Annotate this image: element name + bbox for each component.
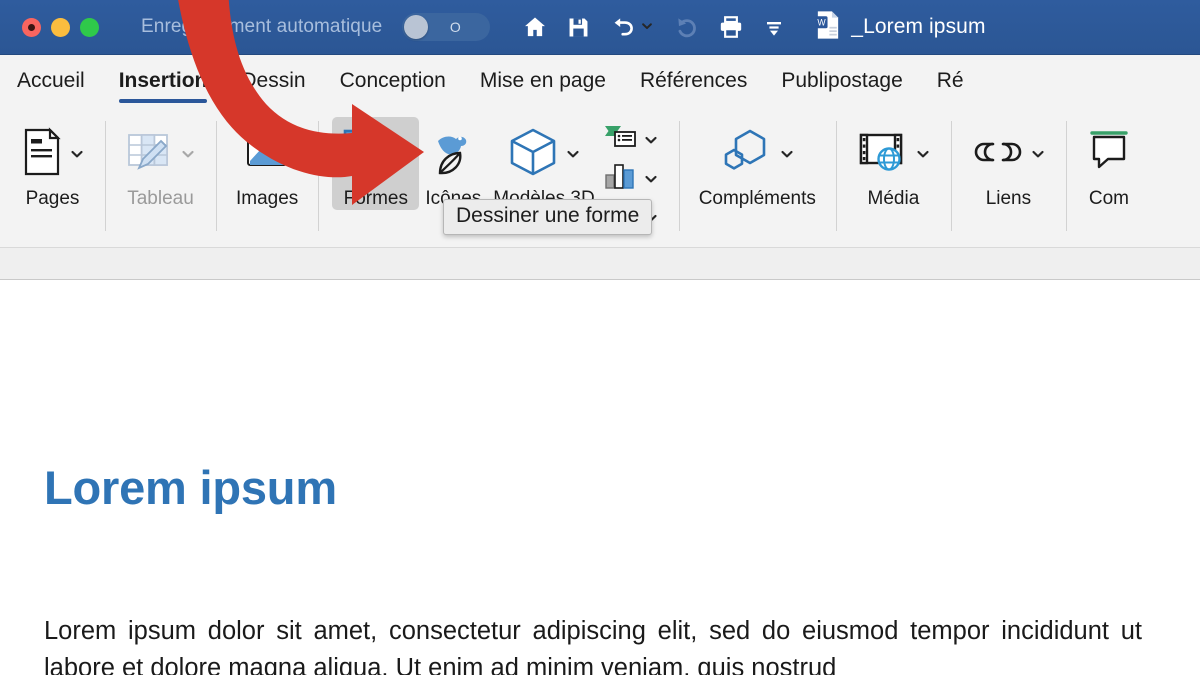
ribbon-group-commentaire: Com xyxy=(1066,109,1152,247)
icons-icon xyxy=(426,125,480,184)
minimize-window-button[interactable] xyxy=(51,18,70,37)
save-icon xyxy=(566,15,591,40)
pages-button[interactable]: Pages xyxy=(14,117,91,210)
tab-label: Conception xyxy=(323,69,463,93)
complements-chevron-down-icon[interactable] xyxy=(779,146,795,162)
tableau-button: Tableau xyxy=(119,117,202,210)
undo-button[interactable] xyxy=(609,14,656,40)
ribbon-tab-strip: Accueil Insertion Dessin Conception Mise… xyxy=(0,55,1200,109)
tab-label: Mise en page xyxy=(463,69,623,93)
modeles-3d-button[interactable]: Modèles 3D xyxy=(487,117,600,210)
tab-label: Ré xyxy=(920,69,981,93)
tab-insertion[interactable]: Insertion xyxy=(102,55,225,109)
title-bar: Enregistrement automatique O xyxy=(0,0,1200,55)
tab-label: Références xyxy=(623,69,764,93)
pages-label: Pages xyxy=(26,188,80,210)
media-chevron-down-icon[interactable] xyxy=(915,146,931,162)
tableau-label: Tableau xyxy=(127,188,194,210)
undo-icon xyxy=(609,14,637,40)
window-controls xyxy=(22,18,99,37)
document-title: _Lorem ipsum xyxy=(851,15,985,39)
document-heading: Lorem ipsum xyxy=(44,460,337,515)
graphique-button[interactable] xyxy=(603,160,659,197)
tab-conception[interactable]: Conception xyxy=(323,55,463,109)
chart-icon xyxy=(603,161,637,196)
document-title-chip[interactable]: W _Lorem ipsum xyxy=(814,10,985,45)
ruler-band[interactable] xyxy=(0,248,1200,280)
svg-text:W: W xyxy=(818,17,827,27)
smartart-button[interactable] xyxy=(603,121,659,158)
shapes-icon xyxy=(338,125,392,184)
pictures-icon xyxy=(243,127,291,182)
table-icon xyxy=(125,127,175,182)
liens-button[interactable]: Liens xyxy=(965,117,1052,210)
addins-icon xyxy=(720,126,774,183)
maximize-window-button[interactable] xyxy=(80,18,99,37)
tab-publipostage[interactable]: Publipostage xyxy=(764,55,919,109)
tooltip-dessiner-une-forme: Dessiner une forme xyxy=(443,199,652,235)
tableau-chevron-down-icon xyxy=(180,146,196,162)
tab-label: Insertion xyxy=(102,69,225,93)
customize-toolbar-icon xyxy=(762,15,786,39)
print-icon xyxy=(718,14,744,40)
tab-dessin[interactable]: Dessin xyxy=(224,55,322,109)
quick-access-toolbar xyxy=(522,14,786,40)
links-icon xyxy=(971,130,1025,179)
close-window-button[interactable] xyxy=(22,18,41,37)
ribbon-group-tableau: Tableau xyxy=(105,109,216,247)
tab-accueil[interactable]: Accueil xyxy=(0,55,102,109)
redo-button xyxy=(674,14,700,40)
autosave-toggle[interactable]: O xyxy=(402,13,490,41)
liens-label: Liens xyxy=(986,188,1031,210)
ribbon-group-complements: Compléments xyxy=(679,109,836,247)
ribbon-group-pages: Pages xyxy=(0,109,105,247)
images-label: Images xyxy=(236,188,298,210)
ribbon-group-liens: Liens xyxy=(951,109,1066,247)
print-button[interactable] xyxy=(718,14,744,40)
home-icon xyxy=(522,14,548,40)
toggle-knob xyxy=(404,15,428,39)
complements-button[interactable]: Compléments xyxy=(693,117,822,210)
smartart-chevron-down-icon[interactable] xyxy=(643,132,659,148)
media-icon xyxy=(856,127,910,182)
commentaire-label: Com xyxy=(1089,188,1129,210)
document-page[interactable]: Lorem ipsum Lorem ipsum dolor sit amet, … xyxy=(0,280,1200,675)
icones-button[interactable]: Icônes xyxy=(419,117,487,210)
document-paragraph: Lorem ipsum dolor sit amet, consectetur … xyxy=(44,613,1142,675)
tab-mise-en-page[interactable]: Mise en page xyxy=(463,55,623,109)
page-cover-icon xyxy=(20,127,64,182)
home-button[interactable] xyxy=(522,14,548,40)
tab-references[interactable]: Références xyxy=(623,55,764,109)
formes-button[interactable]: Formes xyxy=(332,117,419,210)
formes-label: Formes xyxy=(344,188,408,210)
graphique-chevron-down-icon[interactable] xyxy=(643,171,659,187)
word-window: Enregistrement automatique O xyxy=(0,0,1200,675)
customize-toolbar-button[interactable] xyxy=(762,15,786,39)
tab-label: Accueil xyxy=(0,69,102,93)
ribbon-group-media: Média xyxy=(836,109,951,247)
save-button[interactable] xyxy=(566,15,591,40)
images-button[interactable]: Images xyxy=(230,117,304,210)
commentaire-button[interactable]: Com xyxy=(1080,117,1138,210)
tab-label: Dessin xyxy=(224,69,322,93)
pages-chevron-down-icon[interactable] xyxy=(69,146,85,162)
tab-label: Publipostage xyxy=(764,69,919,93)
autosave-state-label: O xyxy=(428,19,490,35)
model-3d-icon xyxy=(506,125,560,184)
redo-icon xyxy=(674,14,700,40)
liens-chevron-down-icon[interactable] xyxy=(1030,146,1046,162)
comment-icon xyxy=(1086,127,1132,182)
autosave-label: Enregistrement automatique xyxy=(141,16,382,38)
word-document-icon: W xyxy=(814,10,842,45)
undo-chevron-down-icon[interactable] xyxy=(640,19,656,35)
ribbon-group-images: Images xyxy=(216,109,318,247)
modeles-3d-chevron-down-icon[interactable] xyxy=(565,146,581,162)
complements-label: Compléments xyxy=(699,188,816,210)
tab-revision[interactable]: Ré xyxy=(920,55,981,109)
formes-chevron-down-icon[interactable] xyxy=(397,146,413,162)
smartart-icon xyxy=(603,123,637,156)
active-tab-underline xyxy=(119,99,208,103)
media-button[interactable]: Média xyxy=(850,117,937,210)
media-label: Média xyxy=(868,188,920,210)
